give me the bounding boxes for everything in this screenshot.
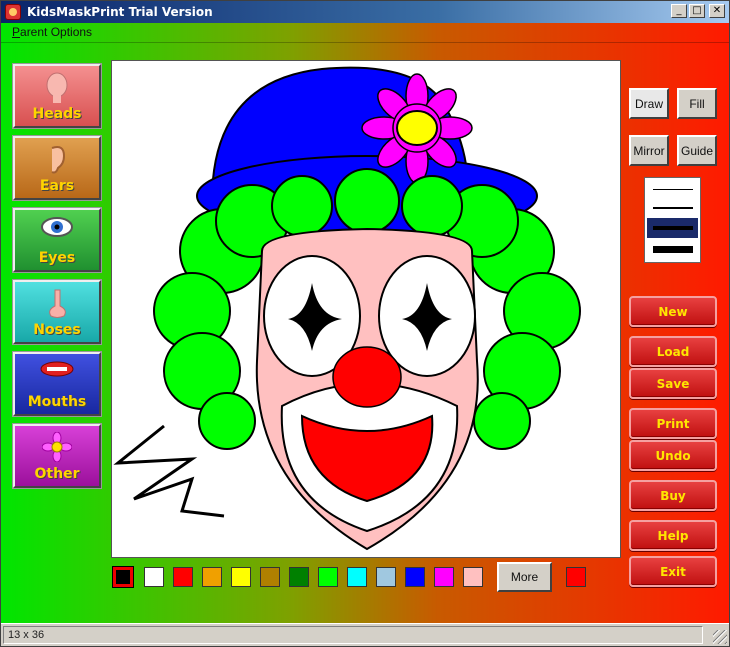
color-swatch[interactable] xyxy=(112,566,134,588)
buy-button[interactable]: Buy xyxy=(629,480,717,511)
app-icon[interactable] xyxy=(5,4,21,20)
color-swatch[interactable] xyxy=(289,567,309,587)
guide-button[interactable]: Guide xyxy=(677,135,717,166)
load-button[interactable]: Load xyxy=(629,336,717,367)
color-swatch[interactable] xyxy=(144,567,164,587)
new-button[interactable]: New xyxy=(629,296,717,327)
print-button[interactable]: Print xyxy=(629,408,717,439)
app-window: KidsMaskPrint Trial Version _ □ ✕ Parent… xyxy=(0,0,730,647)
color-swatch[interactable] xyxy=(173,567,193,587)
category-label: Mouths xyxy=(27,394,87,410)
category-label: Eyes xyxy=(38,250,76,266)
line-width-option[interactable] xyxy=(653,207,693,209)
category-label: Heads xyxy=(32,106,82,122)
title-bar[interactable]: KidsMaskPrint Trial Version _ □ ✕ xyxy=(1,1,729,23)
resize-grip[interactable] xyxy=(713,630,727,644)
help-button[interactable]: Help xyxy=(629,520,717,551)
menu-bar: Parent Options xyxy=(1,23,729,43)
line-width-option[interactable] xyxy=(653,246,693,253)
head-icon xyxy=(46,72,68,103)
undo-button[interactable]: Undo xyxy=(629,440,717,471)
color-swatch[interactable] xyxy=(347,567,367,587)
color-swatch[interactable] xyxy=(434,567,454,587)
color-swatch[interactable] xyxy=(405,567,425,587)
drawing-canvas[interactable] xyxy=(111,60,621,558)
category-noses-button[interactable]: Noses xyxy=(13,280,101,344)
fill-button[interactable]: Fill xyxy=(677,88,717,119)
main-area: Parent Options Heads Ears Eyes Noses Mou… xyxy=(1,23,729,623)
close-button[interactable]: ✕ xyxy=(709,4,725,18)
color-swatch[interactable] xyxy=(231,567,251,587)
exit-button[interactable]: Exit xyxy=(629,556,717,587)
save-button[interactable]: Save xyxy=(629,368,717,399)
mirror-button[interactable]: Mirror xyxy=(629,135,669,166)
minimize-button[interactable]: _ xyxy=(671,4,687,18)
category-label: Ears xyxy=(39,178,75,194)
category-eyes-button[interactable]: Eyes xyxy=(13,208,101,272)
line-width-option[interactable] xyxy=(653,226,693,230)
line-width-option[interactable] xyxy=(653,189,693,190)
draw-button[interactable]: Draw xyxy=(629,88,669,119)
color-swatch[interactable] xyxy=(318,567,338,587)
line-width-picker[interactable] xyxy=(644,177,701,263)
menu-parent-options[interactable]: Parent Options xyxy=(12,25,92,39)
ear-icon xyxy=(51,146,66,174)
eye-icon xyxy=(41,217,73,237)
more-colors-button[interactable]: More xyxy=(497,562,552,592)
status-bar: 13 x 36 xyxy=(1,623,729,646)
flower-icon xyxy=(42,432,72,462)
category-other-button[interactable]: Other xyxy=(13,424,101,488)
category-mouths-button[interactable]: Mouths xyxy=(13,352,101,416)
mouth-icon xyxy=(40,361,74,377)
category-label: Other xyxy=(34,466,80,482)
clown-mask-drawing xyxy=(113,66,581,551)
color-swatch[interactable] xyxy=(376,567,396,587)
current-color-swatch xyxy=(566,567,586,587)
category-label: Noses xyxy=(33,322,81,338)
window-title: KidsMaskPrint Trial Version xyxy=(27,5,213,19)
category-ears-button[interactable]: Ears xyxy=(13,136,101,200)
color-swatch[interactable] xyxy=(260,567,280,587)
nose-icon xyxy=(49,289,66,318)
color-swatch[interactable] xyxy=(202,567,222,587)
category-heads-button[interactable]: Heads xyxy=(13,64,101,128)
status-coordinates: 13 x 36 xyxy=(3,626,703,644)
maximize-button[interactable]: □ xyxy=(689,4,705,18)
color-swatch[interactable] xyxy=(463,567,483,587)
